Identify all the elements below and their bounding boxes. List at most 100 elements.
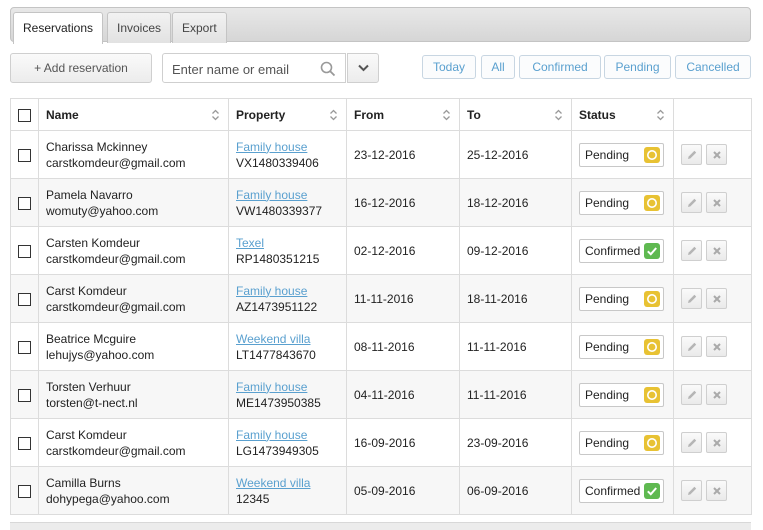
- table-row: Carst Komdeur carstkomdeur@gmail.com Famil…: [10, 418, 752, 467]
- status-select[interactable]: Pending: [579, 286, 664, 311]
- status-select[interactable]: Confirmed: [579, 478, 664, 503]
- table-row: Beatrice Mcguire lehujys@yahoo.com Weekend…: [10, 322, 752, 371]
- check-icon: [644, 242, 660, 259]
- delete-button[interactable]: [706, 240, 727, 261]
- row-checkbox[interactable]: [18, 244, 31, 258]
- select-all-checkbox[interactable]: [18, 108, 31, 122]
- delete-button[interactable]: [706, 384, 727, 405]
- filter-confirmed-button[interactable]: Confirmed: [519, 55, 601, 79]
- status-select[interactable]: Confirmed: [579, 238, 664, 263]
- guest-email: carstkomdeur@gmail.com: [46, 443, 186, 458]
- column-header-from[interactable]: From: [346, 98, 460, 131]
- from-date: 08-11-2016: [346, 322, 460, 371]
- row-checkbox[interactable]: [18, 436, 31, 450]
- chevron-down-icon: [358, 64, 369, 72]
- filter-today-button[interactable]: Today: [422, 55, 476, 79]
- property-link[interactable]: Family house: [236, 428, 307, 442]
- actions-cell: [673, 322, 752, 371]
- delete-button[interactable]: [706, 192, 727, 213]
- guest-email: womuty@yahoo.com: [46, 203, 159, 218]
- filter-cancelled-button[interactable]: Cancelled: [675, 55, 751, 79]
- to-date: 18-12-2016: [459, 178, 572, 227]
- column-header-to[interactable]: To: [459, 98, 572, 131]
- delete-button[interactable]: [706, 144, 727, 165]
- table-row: Carsten Komdeur carstkomdeur@gmail.com Tex…: [10, 226, 752, 275]
- tab-bar: Reservations Invoices Export: [10, 7, 751, 44]
- row-select-cell: [10, 226, 39, 275]
- status-select[interactable]: Pending: [579, 190, 664, 215]
- property-link[interactable]: Family house: [236, 284, 307, 298]
- property-cell: Weekend villa 12345: [228, 466, 347, 515]
- property-code: LT1477843670: [236, 347, 316, 362]
- tab-export[interactable]: Export: [172, 12, 227, 43]
- column-label: Property: [236, 107, 286, 122]
- search-box: [162, 53, 346, 83]
- status-cell: Pending: [571, 418, 674, 467]
- to-date: 11-11-2016: [459, 322, 572, 371]
- row-checkbox[interactable]: [18, 484, 31, 498]
- column-label: From: [354, 107, 384, 122]
- property-code: 12345: [236, 491, 270, 506]
- edit-button[interactable]: [681, 144, 702, 165]
- edit-button[interactable]: [681, 480, 702, 501]
- search-options-dropdown[interactable]: [347, 53, 379, 83]
- column-header-status[interactable]: Status: [571, 98, 674, 131]
- column-header-actions: [673, 98, 752, 131]
- property-code: LG1473949305: [236, 443, 319, 458]
- edit-button[interactable]: [681, 240, 702, 261]
- search-input[interactable]: [170, 60, 324, 78]
- status-select[interactable]: Pending: [579, 334, 664, 359]
- row-checkbox[interactable]: [18, 148, 31, 162]
- property-cell: Family house VW1480339377: [228, 178, 347, 227]
- row-checkbox[interactable]: [18, 292, 31, 306]
- row-checkbox[interactable]: [18, 340, 31, 354]
- reservations-table: Name Property From To Status Charissa Mc…: [10, 98, 752, 515]
- property-link[interactable]: Family house: [236, 380, 307, 394]
- sort-icon[interactable]: [211, 109, 220, 124]
- property-link[interactable]: Family house: [236, 140, 307, 154]
- sort-icon[interactable]: [329, 109, 338, 124]
- property-link[interactable]: Family house: [236, 188, 307, 202]
- status-select[interactable]: Pending: [579, 382, 664, 407]
- guest-name: Pamela Navarro: [46, 187, 133, 202]
- property-link[interactable]: Texel: [236, 236, 264, 250]
- column-label: Name: [46, 107, 79, 122]
- delete-button[interactable]: [706, 432, 727, 453]
- filter-all-button[interactable]: All: [481, 55, 515, 79]
- actions-cell: [673, 274, 752, 323]
- edit-button[interactable]: [681, 192, 702, 213]
- property-link[interactable]: Weekend villa: [236, 332, 310, 346]
- delete-button[interactable]: [706, 336, 727, 357]
- table-row: Pamela Navarro womuty@yahoo.com Family hou…: [10, 178, 752, 227]
- status-select[interactable]: Pending: [579, 142, 664, 167]
- status-select[interactable]: Pending: [579, 430, 664, 455]
- row-select-cell: [10, 322, 39, 371]
- column-header-name[interactable]: Name: [38, 98, 229, 131]
- delete-button[interactable]: [706, 288, 727, 309]
- edit-button[interactable]: [681, 384, 702, 405]
- toolbar: + Add reservation Today All Confirmed Pe…: [0, 53, 763, 83]
- sort-icon[interactable]: [554, 109, 563, 124]
- status-cell: Pending: [571, 130, 674, 179]
- row-checkbox[interactable]: [18, 196, 31, 210]
- from-date: 16-12-2016: [346, 178, 460, 227]
- row-checkbox[interactable]: [18, 388, 31, 402]
- actions-cell: [673, 466, 752, 515]
- property-link[interactable]: Weekend villa: [236, 476, 310, 490]
- status-cell: Pending: [571, 322, 674, 371]
- edit-button[interactable]: [681, 336, 702, 357]
- search-icon[interactable]: [320, 61, 336, 77]
- column-header-property[interactable]: Property: [228, 98, 347, 131]
- tab-reservations[interactable]: Reservations: [13, 12, 104, 44]
- table-row: Carst Komdeur carstkomdeur@gmail.com Famil…: [10, 274, 752, 323]
- edit-button[interactable]: [681, 288, 702, 309]
- delete-button[interactable]: [706, 480, 727, 501]
- edit-button[interactable]: [681, 432, 702, 453]
- row-select-cell: [10, 370, 39, 419]
- add-reservation-button[interactable]: + Add reservation: [10, 53, 152, 83]
- tab-invoices[interactable]: Invoices: [107, 12, 172, 43]
- filter-pending-button[interactable]: Pending: [604, 55, 671, 79]
- sort-icon[interactable]: [656, 109, 665, 124]
- sort-icon[interactable]: [442, 109, 451, 124]
- guest-email: carstkomdeur@gmail.com: [46, 155, 186, 170]
